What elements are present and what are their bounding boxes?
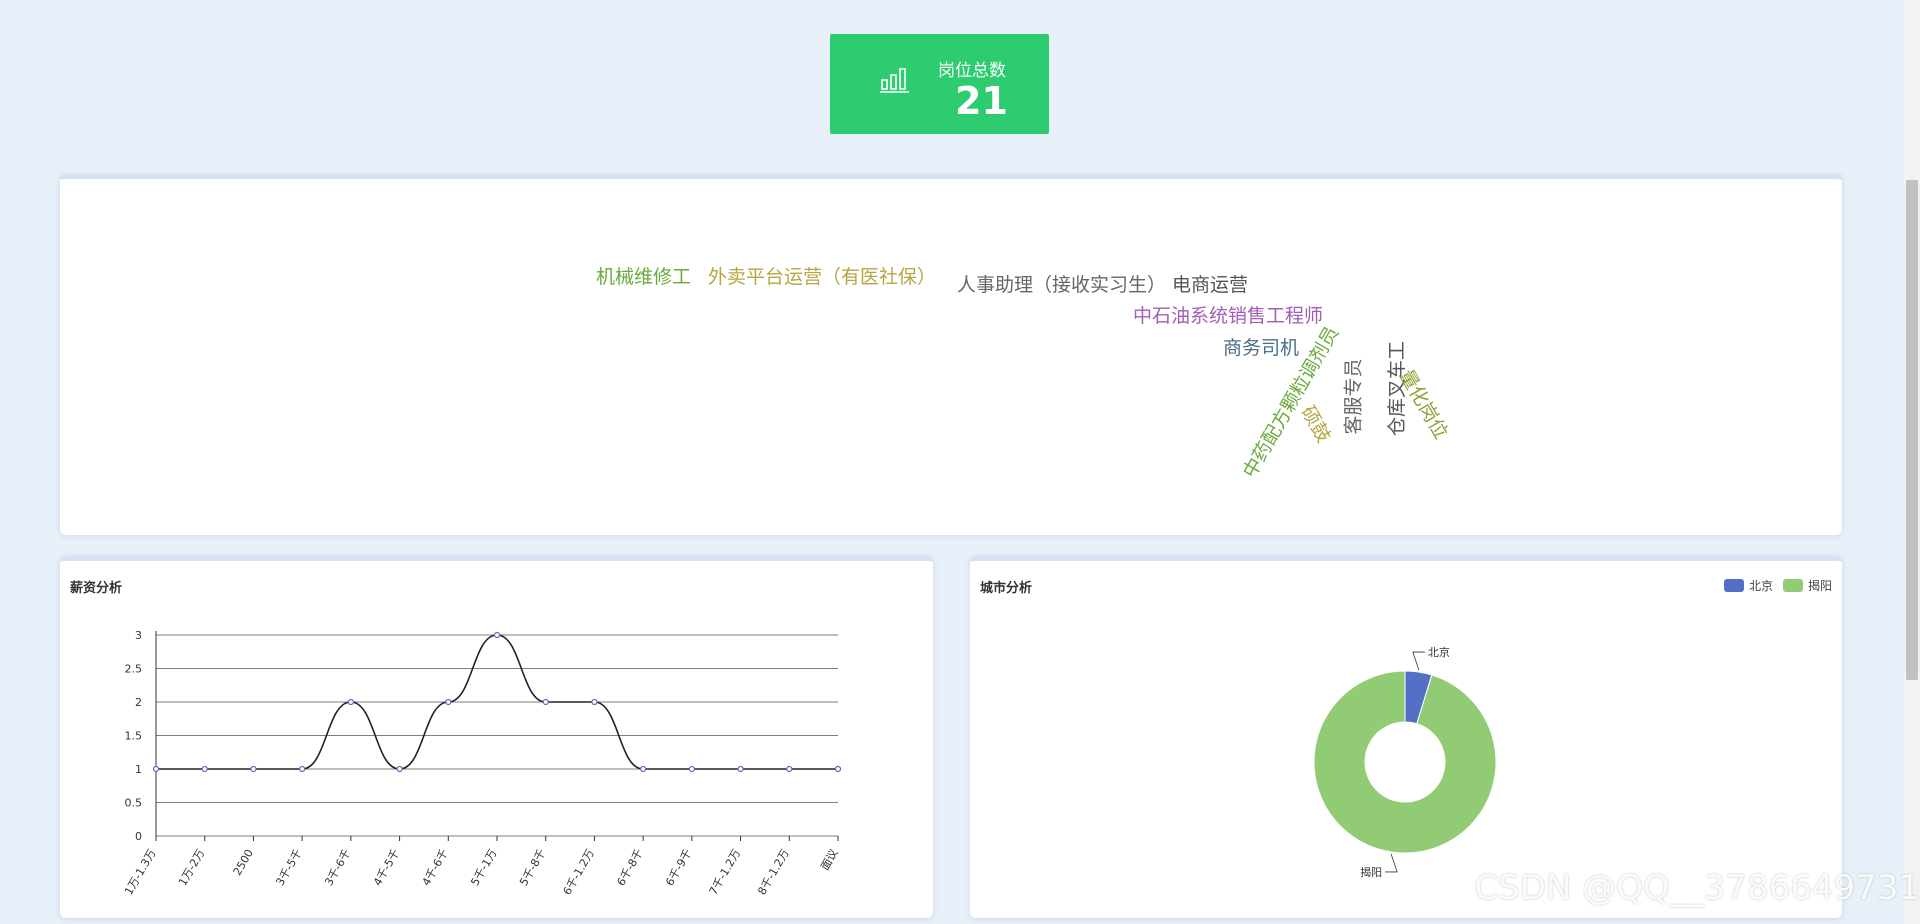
job-count-card: 岗位总数 21 <box>830 34 1049 134</box>
city-donut-chart: 北京揭阳 <box>1313 645 1497 879</box>
legend-label: 北京 <box>1748 579 1773 593</box>
pie-slice <box>1313 670 1497 854</box>
salary-line-chart: 0 0.5 1 1.5 2 2.5 3 1万-1.3万 1万-2万 2500 3千-5千 3千-6千 4… <box>122 629 842 897</box>
data-point <box>299 765 306 773</box>
cloud-word: 外卖平台运营（有医社保） <box>708 266 937 288</box>
x-tick-label: 4千-5千 <box>371 847 402 888</box>
job-word-cloud-panel: 机械维修工 外卖平台运营（有医社保） 人事助理（接收实习生） 电商运营 中石油系… <box>60 174 1842 535</box>
pie-slice-label: 揭阳 <box>1360 865 1382 879</box>
x-tick-label: 3千-5千 <box>273 847 304 888</box>
cloud-word: 人事助理（接收实习生） <box>957 274 1167 296</box>
legend-item-jieyang[interactable]: 揭阳 <box>1782 577 1832 594</box>
data-point <box>152 765 160 773</box>
legend-swatch <box>1723 579 1744 592</box>
page-scrollbar-thumb[interactable] <box>1906 180 1918 680</box>
data-point <box>493 631 501 639</box>
x-tick-label: 7千-1.2万 <box>707 847 743 897</box>
data-point <box>445 698 452 706</box>
x-tick-label: 2500 <box>231 847 256 878</box>
cloud-word: 电商运营 <box>1172 274 1249 296</box>
legend-item-beijing[interactable]: 北京 <box>1723 577 1773 594</box>
bar-chart-icon <box>880 66 910 98</box>
cloud-word: 中石油系统销售工程师 <box>1133 305 1324 327</box>
y-tick-label: 2 <box>135 696 142 709</box>
x-tick-label: 3千-6千 <box>322 847 353 888</box>
city-legend: 北京 揭阳 <box>1714 577 1832 594</box>
x-tick-label: 6千-1.2万 <box>561 847 597 897</box>
x-tick-label: 5千-1万 <box>468 847 499 888</box>
data-point <box>396 765 403 773</box>
watermark: CSDN @QQ__3786649731 <box>1474 868 1920 908</box>
x-tick-label: 6千-9千 <box>663 847 694 888</box>
data-point <box>834 765 842 773</box>
data-point <box>688 765 695 773</box>
legend-label: 揭阳 <box>1807 579 1832 593</box>
cloud-word: 机械维修工 <box>596 266 692 288</box>
salary-chart-title: 薪资分析 <box>70 581 123 596</box>
pie-label-line <box>1412 651 1425 671</box>
x-tick-label: 5千-8千 <box>517 847 548 888</box>
data-point <box>542 698 549 706</box>
cloud-word: 客服专员 <box>1342 358 1365 435</box>
y-tick-label: 1 <box>135 763 142 776</box>
x-tick-label: 面议 <box>818 847 840 873</box>
pie-label-line <box>1385 853 1398 873</box>
x-tick-label: 4千-6千 <box>420 847 451 888</box>
x-tick-label: 8千-1.2万 <box>755 847 791 897</box>
city-chart-title: 城市分析 <box>980 581 1033 596</box>
data-point <box>591 698 598 706</box>
job-count-label: 岗位总数 <box>938 61 1006 81</box>
y-tick-label: 0 <box>135 830 142 843</box>
pie-slice-label: 北京 <box>1428 645 1450 659</box>
x-tick-label: 1万-2万 <box>176 847 207 888</box>
job-count-value: 21 <box>955 79 1008 123</box>
data-point <box>786 765 793 773</box>
data-point <box>201 765 208 773</box>
y-tick-label: 0.5 <box>125 797 143 810</box>
y-tick-label: 2.5 <box>125 663 143 676</box>
data-point <box>347 698 354 706</box>
city-analysis-panel: 城市分析 北京 揭阳 北京 揭阳 <box>970 556 1842 918</box>
x-tick-label: 1万-1.3万 <box>122 847 158 897</box>
cloud-word: 硕鼓 <box>1296 402 1335 447</box>
x-tick-label: 6千-8千 <box>614 847 645 888</box>
cloud-word: 商务司机 <box>1223 337 1300 359</box>
data-point <box>640 765 647 773</box>
y-tick-label: 3 <box>135 629 142 642</box>
data-point <box>250 765 257 773</box>
y-tick-label: 1.5 <box>125 730 143 743</box>
data-point <box>737 765 744 773</box>
salary-analysis-panel: 薪资分析 0 0.5 1 1.5 2 2.5 3 1万-1.3万 1万-2万 2500 3千-5千 3… <box>60 556 933 918</box>
legend-swatch <box>1782 579 1803 592</box>
